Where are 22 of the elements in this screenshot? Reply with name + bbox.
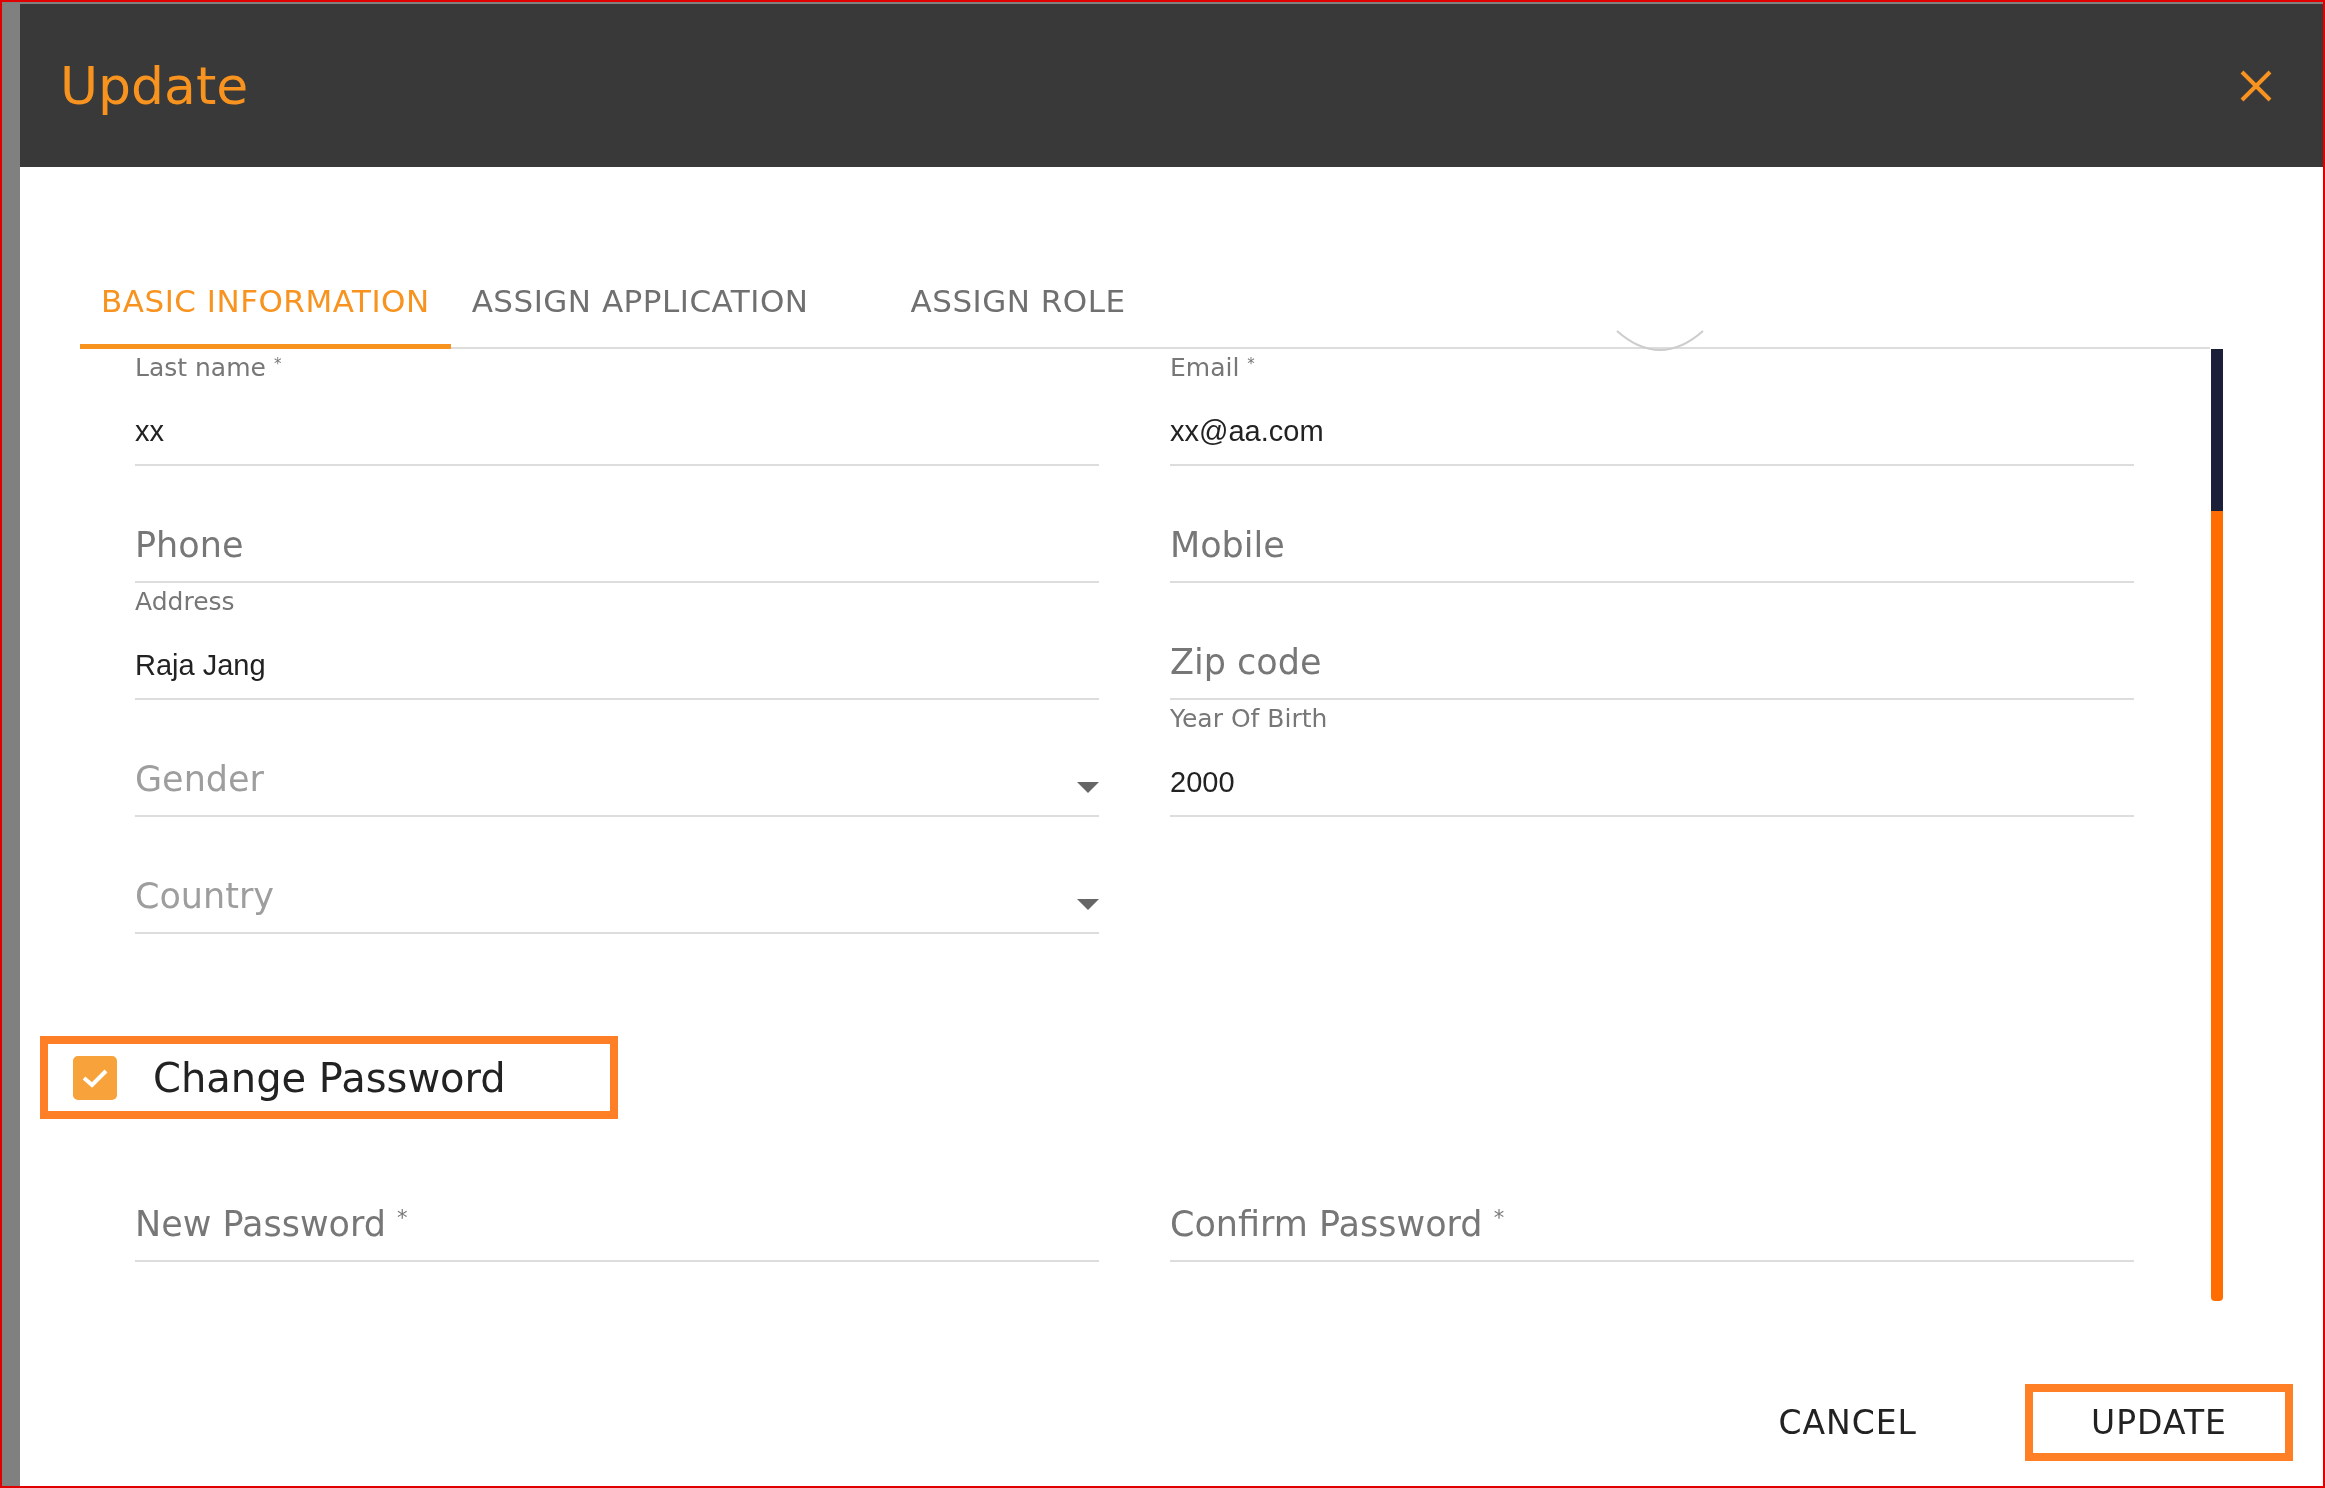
field-label: Zip code — [1170, 640, 1322, 684]
tab[interactable]: ASSIGN APPLICATION — [450, 277, 830, 349]
field-label: Phone — [135, 523, 244, 567]
field-label: Year Of Birth — [1170, 703, 1328, 735]
field-label: Confirm Password $^{*}$ — [1170, 1202, 1505, 1246]
caret-icon[interactable] — [1077, 899, 1099, 910]
close-icon[interactable] — [2239, 68, 2273, 103]
dialog-button[interactable]: CANCEL — [1770, 1384, 1975, 1461]
dialog-title: Update — [60, 54, 249, 118]
field-label: Mobile — [1170, 523, 1285, 567]
field-label: Last name $^{*}$ — [135, 352, 282, 384]
caret-icon[interactable] — [1077, 782, 1099, 793]
field-label: Gender — [135, 757, 264, 801]
field-label: Email $^{*}$ — [1170, 352, 1255, 384]
checkbox[interactable] — [73, 1055, 117, 1100]
field-label: New Password $^{*}$ — [135, 1202, 408, 1246]
field-label: Country — [135, 874, 275, 918]
field-label: Address — [135, 586, 235, 618]
scrollbar[interactable] — [2211, 349, 2223, 1301]
checkbox-label[interactable]: Change Password — [153, 1047, 506, 1108]
dialog-button[interactable]: UPDATE — [2025, 1384, 2293, 1461]
tab[interactable]: ASSIGN ROLE — [889, 277, 1147, 349]
